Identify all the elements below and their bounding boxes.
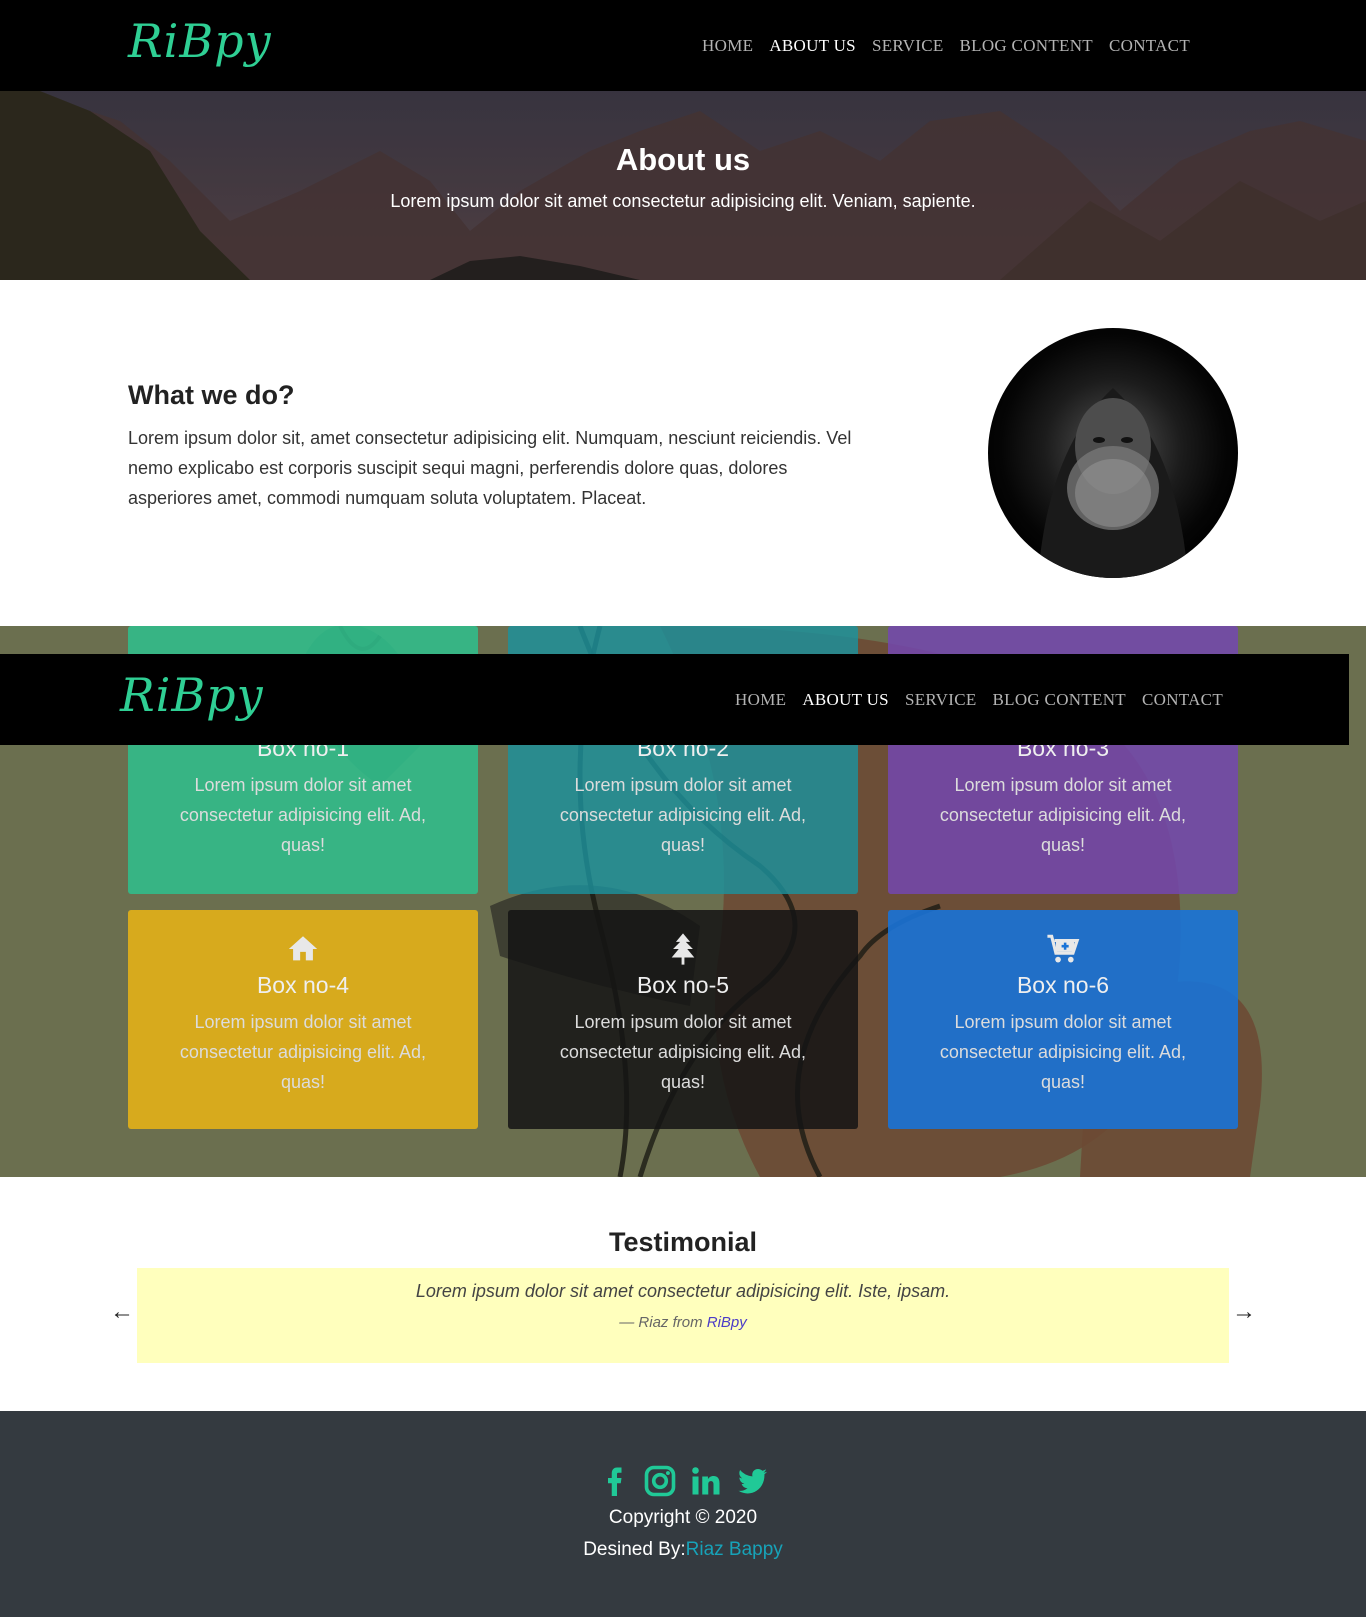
main-menu: HOME ABOUT US SERVICE BLOG CONTENT CONTA… [735,690,1223,710]
footer: Copyright © 2020 Desined By:Riaz Bappy [0,1411,1366,1617]
box-text: Lorem ipsum dolor sit amet consectetur a… [559,775,807,855]
sticky-navbar: RiBpy HOME ABOUT US SERVICE BLOG CONTENT… [0,654,1349,745]
nav-contact[interactable]: CONTACT [1142,690,1223,710]
nav-service[interactable]: SERVICE [872,36,944,56]
copyright-text: Copyright © 2020 [608,1507,758,1528]
designer-credit: Desined By:Riaz Bappy [0,1539,1366,1561]
twitter-icon[interactable] [734,1463,770,1499]
brand-logo[interactable]: RiBpy [120,668,264,722]
box-text: Lorem ipsum dolor sit amet consectetur a… [939,775,1187,855]
nav-about-us[interactable]: ABOUT US [769,36,856,56]
box-text: Lorem ipsum dolor sit amet consectetur a… [559,1012,807,1092]
designer-link[interactable]: Riaz Bappy [686,1539,783,1560]
box-text: Lorem ipsum dolor sit amet consectetur a… [939,1012,1187,1092]
brand-logo[interactable]: RiBpy [128,14,272,68]
nav-blog-content[interactable]: BLOG CONTENT [993,690,1126,710]
box-title: Box no-4 [256,972,350,998]
about-text: Lorem ipsum dolor sit, amet consectetur … [128,428,852,508]
page-subtitle: Lorem ipsum dolor sit amet consectetur a… [390,191,976,211]
top-navbar: RiBpy HOME ABOUT US SERVICE BLOG CONTENT… [0,0,1366,91]
hero-banner: About us Lorem ipsum dolor sit amet cons… [0,91,1366,280]
service-box-5[interactable]: Box no-5 Lorem ipsum dolor sit amet cons… [508,910,858,1129]
carousel-next-arrow[interactable]: → [1232,1298,1256,1326]
testimonial-quote: Lorem ipsum dolor sit amet consectetur a… [415,1281,951,1301]
author-source: RiBpy [706,1314,747,1331]
portrait-image [988,328,1238,578]
nav-service[interactable]: SERVICE [905,690,977,710]
designer-label: Desined By: [583,1539,686,1560]
cart-plus-icon [1046,932,1080,966]
portrait-graphic [1038,388,1188,578]
box-title: Box no-6 [1016,972,1110,998]
mountain-background [0,91,1366,280]
service-box-6[interactable]: Box no-6 Lorem ipsum dolor sit amet cons… [888,910,1238,1129]
testimonial-card: Lorem ipsum dolor sit amet consectetur a… [137,1268,1229,1363]
tree-icon [666,932,700,966]
author-name: — Riaz from [619,1314,703,1331]
facebook-icon[interactable] [596,1463,632,1499]
nav-contact[interactable]: CONTACT [1109,36,1190,56]
home-icon [286,932,320,966]
carousel-prev-arrow[interactable]: ← [110,1298,134,1326]
page-title: About us [615,142,751,177]
testimonial-title: Testimonial [608,1227,758,1257]
social-links [0,1463,1366,1499]
instagram-icon[interactable] [642,1463,678,1499]
main-menu: HOME ABOUT US SERVICE BLOG CONTENT CONTA… [702,36,1190,56]
testimonial-author: — Riaz from RiBpy [137,1314,1229,1331]
linkedin-icon[interactable] [688,1463,724,1499]
service-box-4[interactable]: Box no-4 Lorem ipsum dolor sit amet cons… [128,910,478,1129]
box-title: Box no-5 [636,972,730,998]
box-text: Lorem ipsum dolor sit amet consectetur a… [179,1012,427,1092]
box-text: Lorem ipsum dolor sit amet consectetur a… [179,775,427,855]
about-heading: What we do? [128,380,295,410]
nav-home[interactable]: HOME [702,36,753,56]
nav-home[interactable]: HOME [735,690,786,710]
nav-about-us[interactable]: ABOUT US [802,690,889,710]
nav-blog-content[interactable]: BLOG CONTENT [960,36,1093,56]
